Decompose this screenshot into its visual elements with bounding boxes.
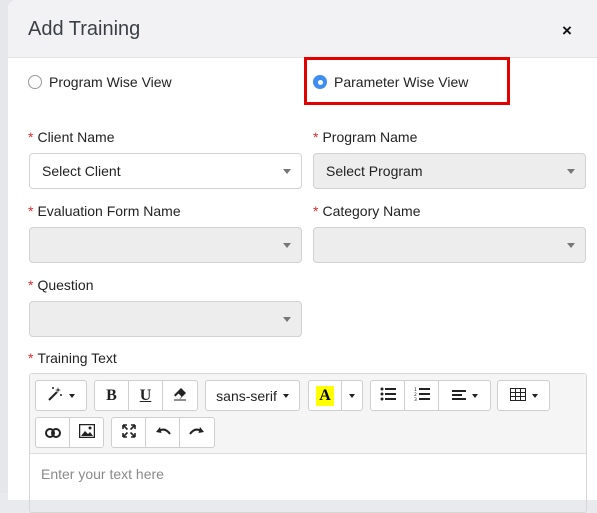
evaluation-form-name-label: * Evaluation Form Name [28,203,181,219]
training-text-label: * Training Text [28,350,117,366]
table-dropdown[interactable] [497,380,550,411]
question-label: * Question [28,277,94,293]
redo-icon [189,425,205,441]
label-text: Program Name [322,129,418,145]
picture-icon [78,423,95,441]
chevron-down-icon [471,393,478,398]
category-name-label: * Category Name [313,203,421,219]
chevron-down-icon [69,393,75,398]
required-mark: * [28,203,34,219]
radio-label: Program Wise View [49,74,172,90]
chevron-down-icon [283,317,291,322]
close-button[interactable]: × [558,22,576,40]
chevron-down-icon [567,243,575,248]
client-name-label: * Client Name [28,129,114,145]
svg-text:3: 3 [414,397,417,401]
program-select-value: Select Program [326,163,423,179]
highlight-box [304,57,510,105]
add-training-modal: Add Training × Program Wise View Paramet… [8,0,597,513]
undo-icon [155,425,171,441]
redo-button[interactable] [179,417,215,448]
clear-format-button[interactable] [162,380,198,411]
eraser-icon [173,387,187,404]
text-color-button[interactable]: A [308,380,342,411]
fullscreen-icon [121,424,136,441]
label-text: Category Name [322,203,421,219]
table-icon [509,387,526,404]
font-family-value: sans-serif [216,387,277,404]
ordered-list-icon: 123 [414,387,430,404]
chevron-down-icon [567,169,575,174]
training-text-placeholder[interactable]: Enter your text here [41,466,164,482]
unordered-list-button[interactable] [370,380,405,411]
modal-header: Add Training × [8,0,597,58]
chevron-down-icon [349,393,355,398]
unordered-list-icon [380,387,396,404]
required-mark: * [313,203,319,219]
label-text: Evaluation Form Name [37,203,181,219]
underline-button[interactable]: U [128,380,163,411]
client-select-value: Select Client [42,163,121,179]
required-mark: * [28,350,34,366]
category-select[interactable] [313,227,586,263]
evaluation-form-select[interactable] [29,227,302,263]
text-color-dropdown[interactable] [341,380,363,411]
picture-button[interactable] [69,417,104,448]
paragraph-align-dropdown[interactable] [438,380,491,411]
program-select[interactable]: Select Program [313,153,586,189]
radio-program-wise-view[interactable]: Program Wise View [28,74,172,90]
rich-text-editor: B U sans-serif A 1 2 3 Enter your text h… [29,373,587,513]
editor-toolbar: B U sans-serif A 1 2 3 [30,374,586,454]
required-mark: * [313,129,319,145]
program-name-label: * Program Name [313,129,417,145]
label-text: Question [37,277,94,293]
modal-title: Add Training [28,18,141,40]
label-text: Client Name [37,129,115,145]
chevron-down-icon [283,169,291,174]
magic-wand-icon [47,386,63,405]
chevron-down-icon [283,243,291,248]
chevron-down-icon [282,393,289,398]
link-button[interactable] [35,417,70,448]
required-mark: * [28,277,34,293]
label-text: Training Text [37,350,117,366]
style-button[interactable] [35,380,87,411]
ordered-list-button[interactable]: 123 [404,380,439,411]
link-icon [44,425,61,441]
font-family-dropdown[interactable]: sans-serif [205,380,300,411]
fullscreen-button[interactable] [111,417,146,448]
align-icon [451,388,466,404]
bold-button[interactable]: B [94,380,129,411]
client-select[interactable]: Select Client [29,153,302,189]
required-mark: * [28,129,34,145]
text-color-icon: A [316,385,334,406]
radio-button-unchecked[interactable] [28,75,42,89]
undo-button[interactable] [145,417,180,448]
chevron-down-icon [531,393,538,398]
question-select[interactable] [29,301,302,337]
